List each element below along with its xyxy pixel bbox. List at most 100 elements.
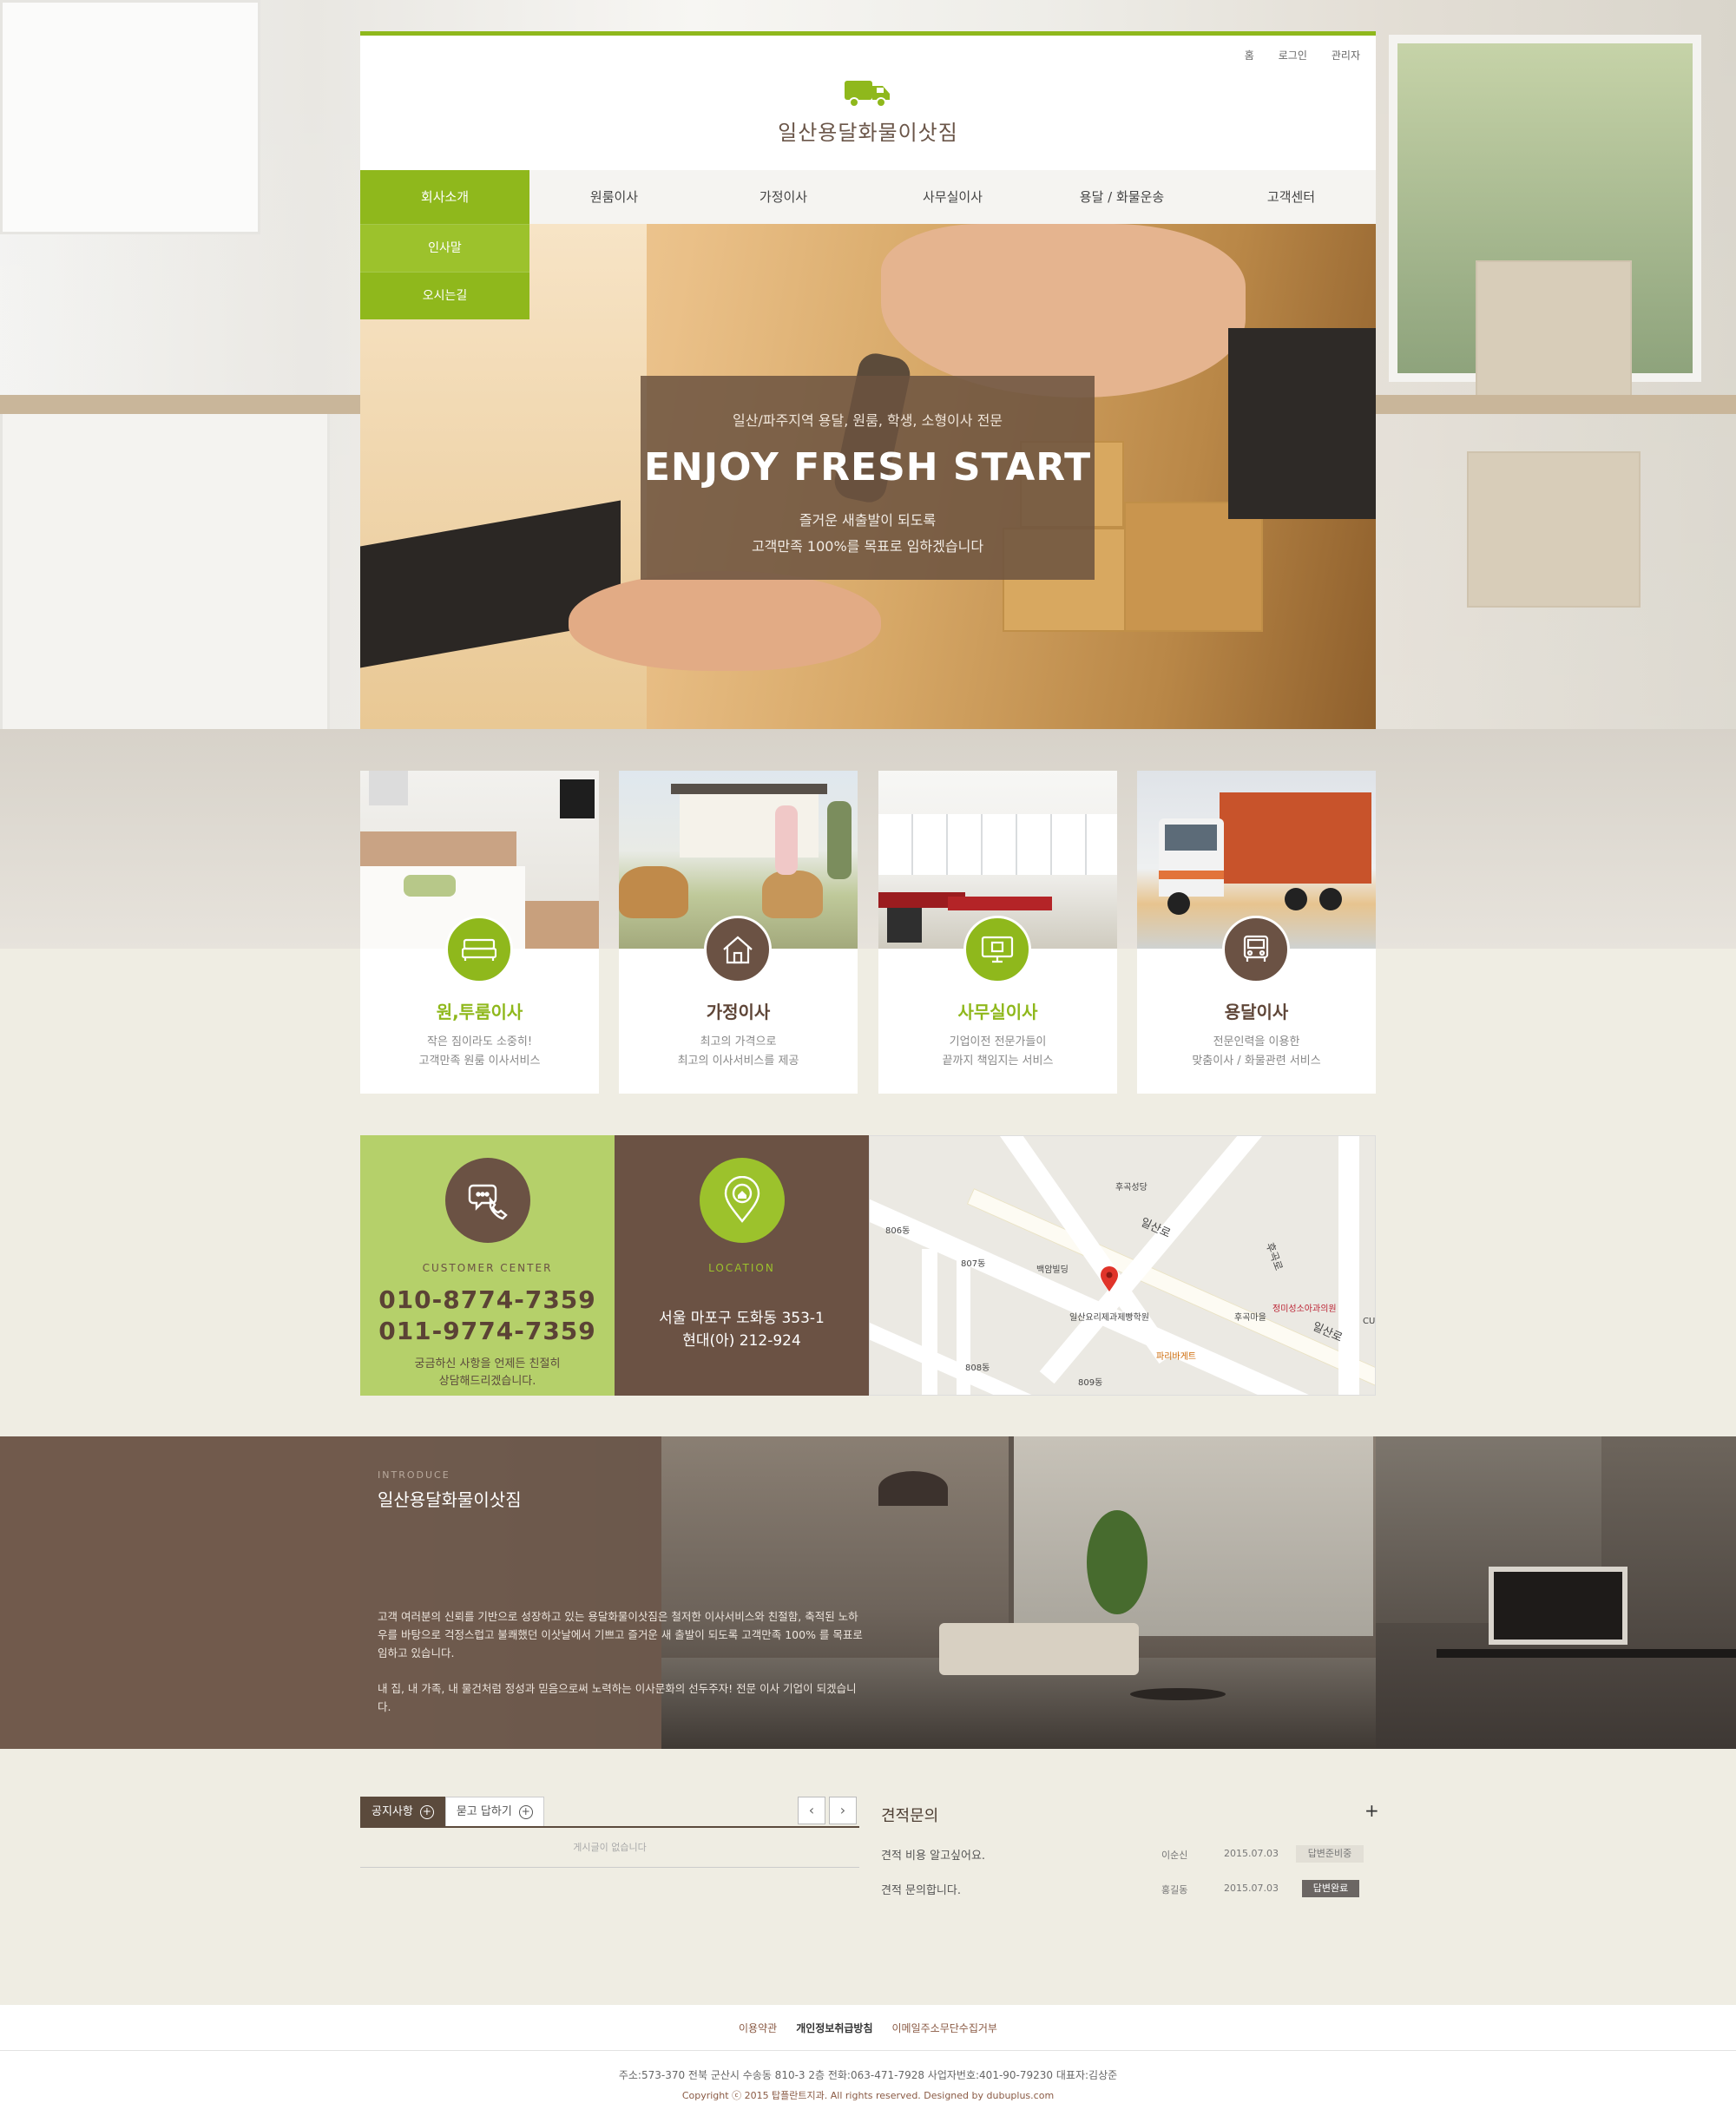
footer-link-terms[interactable]: 이용약관 <box>739 2021 777 2035</box>
next-button[interactable]: › <box>829 1797 857 1824</box>
service-description: 최고의 가격으로 최고의 이사서비스를 제공 <box>619 1033 858 1071</box>
map-label: 일산요리제과제빵학원 <box>1069 1313 1149 1323</box>
service-desc-line: 전문인력을 이용한 <box>1213 1035 1300 1048</box>
qa-row[interactable]: 견적 문의합니다. 홍길동 2015.07.03 답변완료 <box>881 1872 1376 1907</box>
map-label: CU <box>1363 1317 1376 1326</box>
service-description: 작은 짐이라도 소중히! 고객만족 원룸 이사서비스 <box>360 1033 599 1071</box>
service-card-oneroom[interactable]: 원,투룸이사 작은 짐이라도 소중히! 고객만족 원룸 이사서비스 <box>360 771 599 1094</box>
site-header: 홈 로그인 관리자 일산용달화물이삿짐 <box>360 31 1376 170</box>
intro-paragraph: 내 집, 내 가족, 내 물건처럼 정성과 믿음으로써 노력하는 이사문화의 선… <box>378 1682 857 1713</box>
bg-counter <box>0 395 360 414</box>
map-label: 백암빌딩 <box>1036 1265 1069 1275</box>
service-desc-line: 기업이전 전문가들이 <box>949 1035 1047 1048</box>
footer-link-privacy[interactable]: 개인정보취급방침 <box>796 2021 872 2035</box>
nav-item-home-moving[interactable]: 가정이사 <box>699 170 868 224</box>
intro-kicker: INTRODUCE <box>378 1469 450 1481</box>
footer-info: 주소:573-370 전북 군산시 수송동 810-3 2층 전화:063-47… <box>618 2069 1118 2081</box>
hero-caption: 일산/파주지역 용달, 원룸, 학생, 소형이사 전문 ENJOY FRESH … <box>641 376 1095 580</box>
note-line: 궁금하신 사항을 언제든 친절히 <box>414 1357 561 1370</box>
truck-icon <box>843 77 893 108</box>
note-line: 상담해드리겠습니다. <box>438 1375 536 1388</box>
nav-item-oneroom[interactable]: 원룸이사 <box>529 170 699 224</box>
board-tabs: 공지사항 + 묻고 답하기 + <box>360 1797 859 1828</box>
customer-center-panel: CUSTOMER CENTER 010-8774-7359 011-9774-7… <box>360 1135 615 1396</box>
map-label: 808동 <box>965 1364 990 1373</box>
qa-question[interactable]: 견적 비용 알고싶어요. <box>881 1846 985 1863</box>
service-card-office[interactable]: 사무실이사 기업이전 전문가들이 끝까지 책임지는 서비스 <box>878 771 1117 1094</box>
map-label: 후곡로 <box>1263 1240 1286 1272</box>
bg-counter <box>1376 395 1736 414</box>
nav-item-office-moving[interactable]: 사무실이사 <box>868 170 1037 224</box>
qa-date: 2015.07.03 <box>1224 1883 1279 1894</box>
tab-label: 공지사항 <box>372 1804 413 1818</box>
bg-cabinet <box>0 408 330 772</box>
plus-icon[interactable]: + <box>518 1804 533 1819</box>
intro-paragraph: 고객 여러분의 신뢰를 기반으로 성장하고 있는 용달화물이삿짐은 철저한 이사… <box>378 1610 863 1659</box>
nav-item-customer-center[interactable]: 고객센터 <box>1207 170 1376 224</box>
service-card-home[interactable]: 가정이사 최고의 가격으로 최고의 이사서비스를 제공 <box>619 771 858 1094</box>
tab-label: 묻고 답하기 <box>456 1804 512 1818</box>
bed-icon <box>445 916 513 983</box>
util-login-link[interactable]: 로그인 <box>1279 48 1307 62</box>
service-title: 사무실이사 <box>957 1002 1038 1022</box>
service-desc-line: 최고의 이사서비스를 제공 <box>677 1055 799 1068</box>
intro-text: 고객 여러분의 신뢰를 기반으로 성장하고 있는 용달화물이삿짐은 철저한 이사… <box>378 1607 864 1716</box>
map-pin-icon <box>1101 1266 1118 1291</box>
footer-divider <box>0 2050 1736 2051</box>
hero-title: ENJOY FRESH START <box>643 445 1092 490</box>
submenu-item-directions[interactable]: 오시는길 <box>360 272 529 319</box>
board-empty-message: 게시글이 없습니다 <box>360 1828 859 1868</box>
location-map[interactable]: 후곡성당 806동 807동 백암빌딩 일산로 후곡마을 일산요리제과제빵학원 … <box>869 1135 1376 1396</box>
util-home-link[interactable]: 홈 <box>1245 48 1254 62</box>
hero-hand <box>569 571 881 671</box>
location-panel: LOCATION 서울 마포구 도화동 353-1 현대(아) 212-924 <box>615 1135 869 1396</box>
qa-author: 이순신 <box>1161 1850 1188 1861</box>
site-footer: 이용약관 개인정보취급방침 이메일주소무단수집거부 주소:573-370 전북 … <box>0 2005 1736 2116</box>
location-pin-icon <box>699 1158 785 1243</box>
qa-row[interactable]: 견적 비용 알고싶어요. 이순신 2015.07.03 답변준비중 <box>881 1837 1376 1872</box>
logo-text: 일산용달화물이삿짐 <box>778 121 958 145</box>
location-label: LOCATION <box>708 1262 775 1274</box>
utility-links: 홈 로그인 관리자 <box>1245 48 1360 62</box>
map-label: 807동 <box>961 1259 986 1269</box>
hero-hand <box>881 224 1246 398</box>
board-pager: ‹ › <box>798 1797 857 1824</box>
bg-box <box>1467 451 1641 608</box>
qa-question[interactable]: 견적 문의합니다. <box>881 1881 961 1897</box>
map-label: 후곡마을 <box>1234 1313 1266 1323</box>
footer-copyright: Copyright ⓒ 2015 탑플란트지과. All rights rese… <box>681 2090 1055 2101</box>
hero-sleeve <box>1228 328 1376 519</box>
intro-title: 일산용달화물이삿짐 <box>378 1489 522 1510</box>
main-nav: 회사소개 원룸이사 가정이사 사무실이사 용달 / 화물운송 고객센터 <box>360 170 1376 224</box>
qa-more-button[interactable]: + <box>1364 1800 1379 1821</box>
tab-notice[interactable]: 공지사항 + <box>360 1797 445 1826</box>
phone-chat-icon <box>444 1158 530 1243</box>
nav-item-freight[interactable]: 용달 / 화물운송 <box>1037 170 1207 224</box>
map-label: 정미성소아과의원 <box>1272 1304 1337 1314</box>
nav-item-company[interactable]: 회사소개 <box>360 170 529 224</box>
status-badge: 답변완료 <box>1302 1880 1359 1897</box>
footer-link-email-policy[interactable]: 이메일주소무단수집거부 <box>892 2021 997 2035</box>
plus-icon[interactable]: + <box>419 1804 434 1819</box>
qa-date: 2015.07.03 <box>1224 1848 1279 1859</box>
service-desc-line: 작은 짐이라도 소중히! <box>426 1035 533 1048</box>
submenu-item-greeting[interactable]: 인사말 <box>360 224 529 272</box>
phone-number[interactable]: 010-8774-7359 <box>360 1285 615 1316</box>
customer-center-label: CUSTOMER CENTER <box>422 1262 553 1274</box>
logo[interactable]: 일산용달화물이삿짐 <box>360 77 1376 146</box>
prev-button[interactable]: ‹ <box>798 1797 825 1824</box>
map-label: 후곡성당 <box>1115 1183 1147 1193</box>
service-description: 전문인력을 이용한 맞춤이사 / 화물관련 서비스 <box>1137 1033 1376 1071</box>
qa-author: 홍길동 <box>1161 1884 1188 1896</box>
qa-title: 견적문의 <box>881 1807 939 1825</box>
hero-line: 고객만족 100%를 목표로 임하겠습니다 <box>751 538 984 555</box>
service-title: 가정이사 <box>706 1002 771 1022</box>
util-admin-link[interactable]: 관리자 <box>1332 48 1360 62</box>
phone-number[interactable]: 011-9774-7359 <box>360 1316 615 1347</box>
service-card-freight[interactable]: 용달이사 전문인력을 이용한 맞춤이사 / 화물관련 서비스 <box>1137 771 1376 1094</box>
tab-qna[interactable]: 묻고 답하기 + <box>444 1797 544 1826</box>
customer-center-note: 궁금하신 사항을 언제든 친절히 상담해드리겠습니다. <box>360 1356 615 1390</box>
hero-box <box>1124 502 1263 632</box>
hero-subtitle: 일산/파주지역 용달, 원룸, 학생, 소형이사 전문 <box>732 412 1003 429</box>
hero-line: 즐거운 새출발이 되도록 <box>799 512 937 529</box>
